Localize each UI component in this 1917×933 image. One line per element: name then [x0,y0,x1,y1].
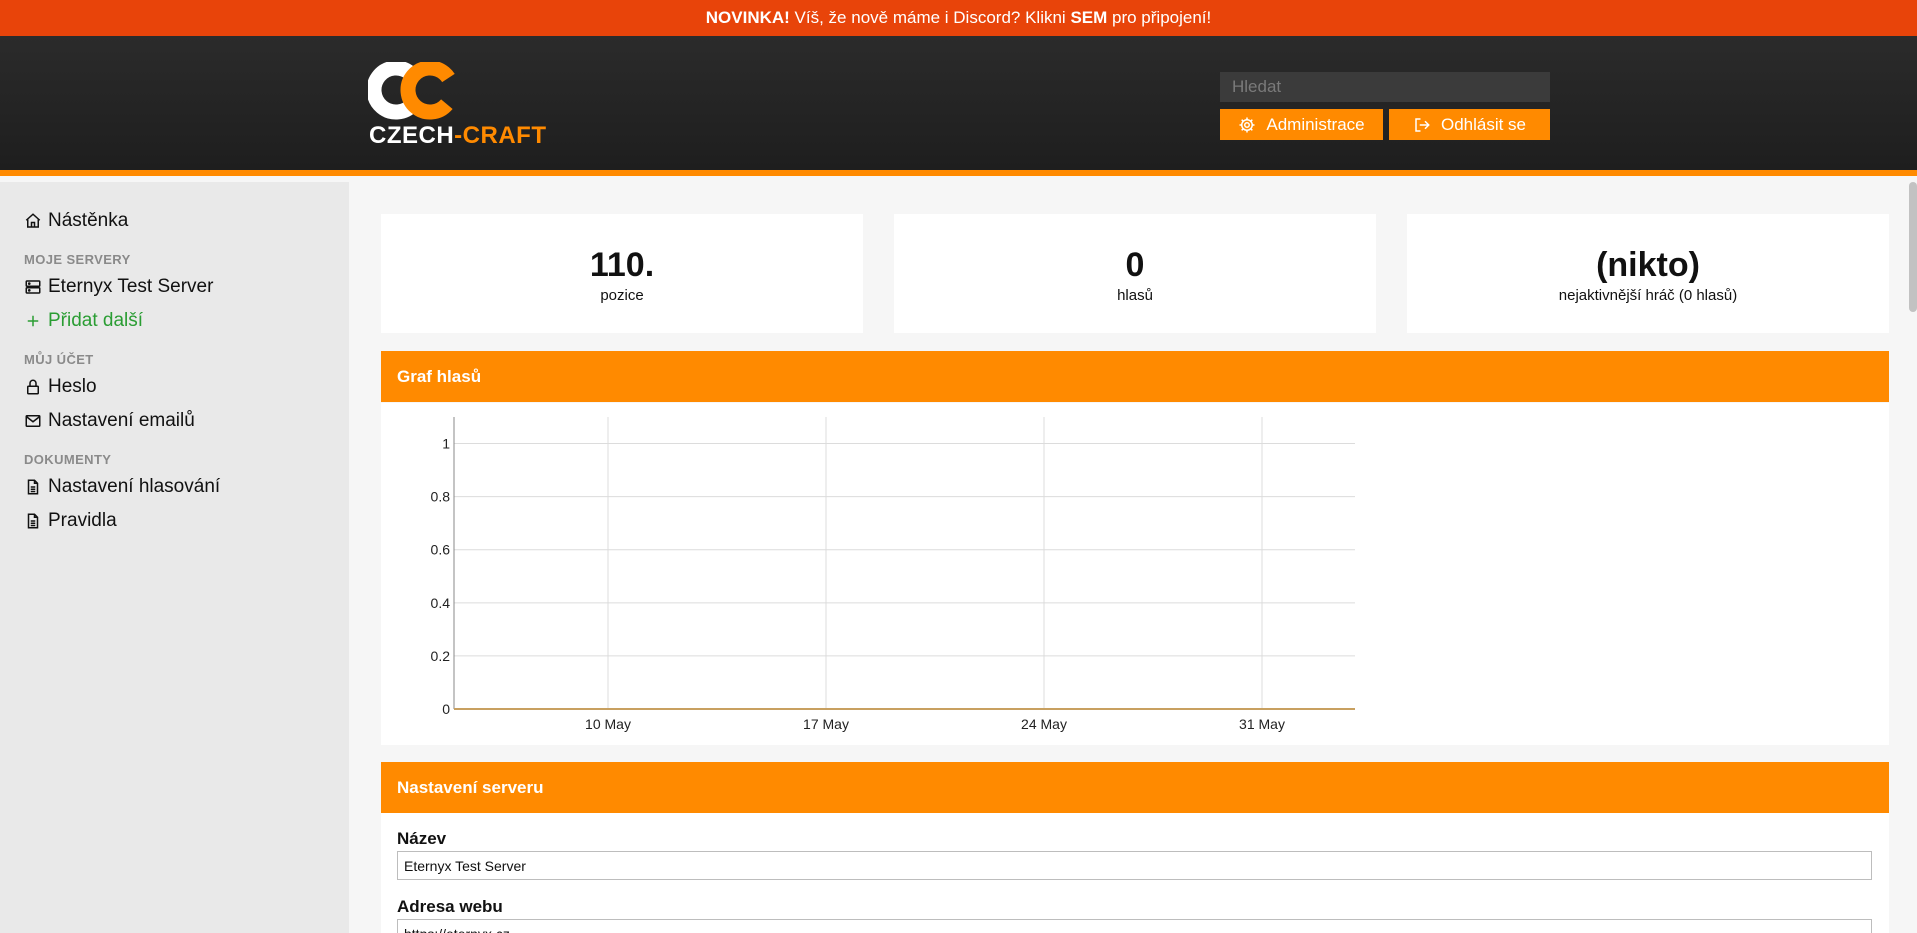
y-tick-label: 0.4 [431,595,451,611]
envelope-icon [25,415,41,427]
logo-word-craft: CRAFT [462,122,547,149]
x-tick-label: 17 May [803,716,849,732]
server-settings-form: Název Adresa webu [381,813,1889,933]
stat-card-top-player: (nikto) nejaktivnější hráč (0 hlasů) [1407,214,1889,333]
panel-title: Graf hlasů [397,366,482,386]
sidebar-item-dashboard[interactable]: Nástěnka [0,204,349,238]
sidebar-item-server[interactable]: Eternyx Test Server [0,270,349,304]
sidebar-heading-my-servers: MOJE SERVERY [24,252,131,267]
x-tick-label: 10 May [585,716,631,732]
logout-label: Odhlásit se [1440,114,1527,134]
sidebar-item-label: Nastavení hlasování [48,476,221,497]
stat-label: pozice [600,287,644,304]
x-tick-label: 24 May [1021,716,1067,732]
y-tick-label: 1 [442,436,450,452]
logout-icon [1415,117,1430,132]
administration-button[interactable]: Administrace [1220,109,1383,140]
stat-value: 110. [589,246,655,284]
document-icon [27,513,39,529]
y-tick-label: 0.2 [431,648,451,664]
logout-button[interactable]: Odhlásit se [1389,109,1550,140]
y-tick-label: 0 [442,701,450,717]
sidebar-item-vote-settings[interactable]: Nastavení hlasování [0,470,349,504]
sidebar-heading-account: MŮJ ÚČET [24,352,94,367]
sidebar-heading-documents: DOKUMENTY [24,452,112,467]
sidebar-item-label: Pravidla [48,510,117,531]
stat-value: (nikto) [1596,246,1700,284]
vote-chart: 0 0.2 0.4 0.6 0.8 1 10 May 17 May 24 May 31 May [431,417,1355,732]
sidebar-item-password[interactable]: Heslo [0,370,349,404]
logo-word-czech: CZECH [369,122,455,149]
stat-card-votes: 0 hlasů [894,214,1376,333]
plus-icon [27,315,39,327]
announcement-text: Víš, že nově máme i Discord? Klikni [789,8,1071,27]
announcement-lead: NOVINKA! [705,8,790,27]
stat-label: nejaktivnější hráč (0 hlasů) [1558,287,1738,304]
server-name-field[interactable] [397,851,1872,880]
logo-dash: - [454,122,463,149]
lock-icon [27,379,39,395]
web-address-field[interactable] [397,919,1872,933]
sidebar-item-label: Nastavení emailů [48,410,195,431]
sidebar-item-label: Přidat další [48,310,144,331]
panel-title: Nastavení serveru [397,777,544,797]
vote-chart-panel-header: Graf hlasů [381,351,1889,402]
server-settings-panel-header: Nastavení serveru [381,762,1889,813]
administration-label: Administrace [1266,114,1365,134]
page-scrollbar[interactable] [1909,182,1917,312]
search-input[interactable] [1220,72,1550,102]
stat-value: 0 [1125,246,1145,284]
server-icon [25,280,41,294]
sidebar-item-label: Eternyx Test Server [48,276,214,297]
vote-chart-container: 0 0.2 0.4 0.6 0.8 1 10 May 17 May 24 May 31 May [381,403,1889,745]
sidebar-item-add-server[interactable]: Přidat další [0,304,349,338]
y-tick-label: 0.8 [431,489,451,505]
logo-wordmark: CZECH-CRAFT [369,122,547,150]
sidebar-item-email-settings[interactable]: Nastavení emailů [0,404,349,438]
sidebar-item-label: Nástěnka [48,210,129,231]
announcement-tail: pro připojení! [1107,8,1212,27]
announcement-bar[interactable]: NOVINKA! Víš, že nově máme i Discord? Kl… [0,0,1917,36]
site-header: CZECH-CRAFT [0,36,1917,176]
x-tick-label: 31 May [1239,716,1285,732]
name-label: Název [397,829,447,848]
sidebar-item-label: Heslo [48,376,97,397]
web-address-label: Adresa webu [397,897,503,916]
document-icon [27,479,39,495]
stat-label: hlasů [1117,287,1153,304]
home-icon [25,213,41,228]
gear-icon [1239,117,1255,132]
stat-card-position: 110. pozice [381,214,863,333]
y-tick-label: 0.6 [431,542,451,558]
announcement-link[interactable]: SEM [1070,8,1107,27]
sidebar: Nástěnka MOJE SERVERY Eternyx Test Serve… [0,182,349,933]
sidebar-item-rules[interactable]: Pravidla [0,504,349,538]
